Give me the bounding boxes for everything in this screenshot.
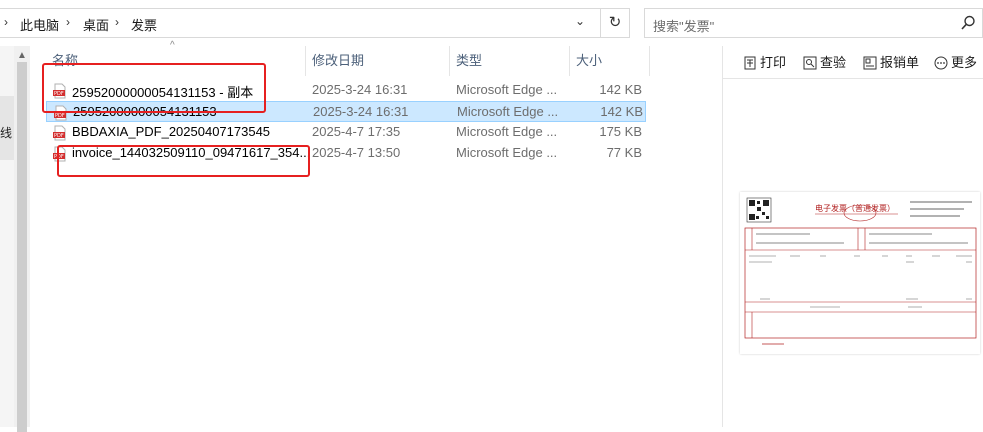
column-header-type[interactable]: 类型 [456, 46, 482, 76]
scrollbar-thumb[interactable] [17, 62, 27, 432]
column-divider[interactable] [649, 46, 650, 76]
preview-toolbar-divider [722, 78, 983, 79]
invoice-title: 电子发票（普通发票） [815, 203, 895, 213]
pdf-file-icon: PDF [53, 125, 66, 141]
file-date: 2025-3-24 16:31 [313, 104, 409, 119]
file-date: 2025-4-7 17:35 [312, 124, 401, 139]
sort-ascending-icon: ^ [170, 40, 175, 51]
chevron-right-icon[interactable]: › [66, 15, 70, 29]
refresh-button[interactable]: ↻ [600, 8, 630, 38]
verify-icon [803, 56, 817, 70]
column-divider[interactable] [305, 46, 306, 76]
file-date: 2025-3-24 16:31 [312, 82, 408, 97]
search-icon[interactable] [960, 15, 976, 31]
address-bar[interactable]: › 此电脑 › 桌面 › 发票 ⌄ [0, 8, 630, 38]
breadcrumb-desktop[interactable]: 桌面 [83, 15, 109, 34]
search-box[interactable]: 搜索"发票" [644, 8, 983, 38]
column-divider[interactable] [449, 46, 450, 76]
more-icon [934, 56, 948, 70]
svg-text:PDF: PDF [55, 113, 65, 119]
invoice-preview-thumbnail: 电子发票（普通发票） [740, 192, 980, 354]
annotation-highlight-box [57, 145, 310, 177]
file-row[interactable]: PDF BBDAXIA_PDF_20250407173545 2025-4-7 … [46, 122, 646, 143]
print-icon [744, 56, 756, 70]
svg-text:PDF: PDF [54, 133, 64, 139]
qr-code-icon [746, 197, 772, 223]
file-type: Microsoft Edge ... [457, 104, 559, 119]
navigation-scrollbar[interactable]: ▲ [14, 46, 30, 432]
column-divider[interactable] [569, 46, 570, 76]
search-input[interactable]: 搜索"发票" [653, 16, 714, 35]
breadcrumb-invoices[interactable]: 发票 [131, 15, 157, 34]
file-size: 77 KB [606, 145, 642, 160]
file-size: 142 KB [599, 82, 642, 97]
more-button[interactable]: 更多 [934, 52, 977, 71]
column-header-date[interactable]: 修改日期 [312, 46, 364, 76]
verify-label: 查验 [820, 55, 847, 70]
reimbursement-form-icon [863, 56, 877, 70]
file-size: 142 KB [600, 104, 643, 119]
file-size: 175 KB [599, 124, 642, 139]
file-type: Microsoft Edge ... [456, 124, 558, 139]
breadcrumb-this-pc[interactable]: 此电脑 [20, 15, 59, 34]
navigation-item-label: 线 [0, 126, 13, 140]
column-header-size[interactable]: 大小 [576, 46, 602, 76]
annotation-highlight-box [42, 63, 266, 113]
file-date: 2025-4-7 13:50 [312, 145, 401, 160]
chevron-down-icon[interactable]: ⌄ [575, 14, 585, 28]
print-button[interactable]: 打印 [743, 52, 786, 71]
file-name: BBDAXIA_PDF_20250407173545 [72, 124, 271, 139]
chevron-right-icon: › [4, 15, 8, 29]
file-type: Microsoft Edge ... [456, 145, 558, 160]
verify-button[interactable]: 查验 [803, 52, 846, 71]
chevron-right-icon[interactable]: › [115, 15, 119, 29]
scroll-up-icon[interactable]: ▲ [17, 50, 27, 61]
more-label: 更多 [951, 55, 978, 70]
reimburse-label: 报销单 [880, 55, 920, 70]
reimburse-button[interactable]: 报销单 [863, 52, 919, 71]
file-type: Microsoft Edge ... [456, 82, 558, 97]
print-label: 打印 [760, 55, 787, 70]
